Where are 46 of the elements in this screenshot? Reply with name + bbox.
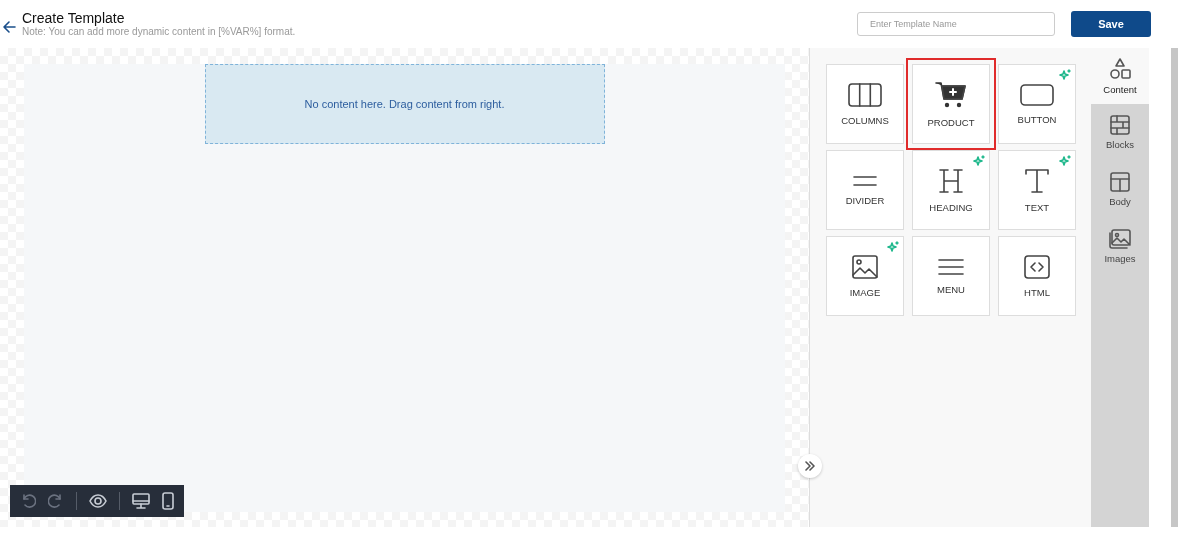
- sparkle-icon: [1059, 69, 1071, 81]
- content-tile[interactable]: IMAGE: [826, 236, 904, 316]
- content-tile[interactable]: TEXT: [998, 150, 1076, 230]
- template-name-field[interactable]: Enter Template Name: [857, 12, 1055, 36]
- back-arrow-icon: [2, 20, 16, 34]
- columns-icon: [848, 82, 882, 107]
- menu-icon: [938, 257, 964, 276]
- sidebar-tab[interactable]: Blocks: [1091, 104, 1149, 161]
- content-tile[interactable]: HEADING: [912, 150, 990, 230]
- image-icon: [852, 254, 878, 279]
- desktop-button[interactable]: [132, 493, 150, 509]
- scrollbar[interactable]: [1171, 48, 1178, 527]
- divider-icon: [853, 174, 877, 187]
- code-icon: [1024, 254, 1050, 279]
- sparkle-icon: [973, 155, 985, 167]
- sidebar-tab[interactable]: Content: [1091, 48, 1149, 104]
- phone-icon: [162, 492, 174, 510]
- text-icon: [1024, 167, 1050, 194]
- redo-icon: [48, 493, 64, 509]
- sidebar-tab[interactable]: Images: [1091, 218, 1149, 275]
- drop-zone: No content here. Drag content from right.: [204, 64, 605, 144]
- sparkle-icon: [1059, 155, 1071, 167]
- undo-icon: [20, 493, 36, 509]
- shapes-icon: [1109, 57, 1131, 80]
- content-tile[interactable]: HTML: [998, 236, 1076, 316]
- layout-icon: [1110, 172, 1130, 192]
- mobile-button[interactable]: [162, 492, 174, 510]
- bricks-icon: [1110, 115, 1130, 135]
- heading-icon: [938, 167, 964, 194]
- save-button[interactable]: Save: [1071, 11, 1151, 37]
- double-chevron-icon: [805, 461, 815, 471]
- content-tile[interactable]: DIVIDER: [826, 150, 904, 230]
- page-title: Create Template: [22, 10, 126, 26]
- content-tile[interactable]: COLUMNS: [826, 64, 904, 144]
- sidebar-tab[interactable]: Body: [1091, 161, 1149, 218]
- content-tile[interactable]: MENU: [912, 236, 990, 316]
- collapse-button[interactable]: [798, 454, 822, 478]
- cart-icon: [935, 80, 967, 109]
- preview-button[interactable]: [89, 494, 107, 508]
- monitor-icon: [132, 493, 150, 509]
- button-icon: [1020, 83, 1054, 106]
- images-icon: [1109, 229, 1131, 249]
- sparkle-icon: [887, 241, 899, 253]
- content-tile[interactable]: BUTTON: [998, 64, 1076, 144]
- note-text: Note: You can add more dynamic content in [%VAR%] format.: [22, 26, 297, 38]
- eye-icon: [89, 494, 107, 508]
